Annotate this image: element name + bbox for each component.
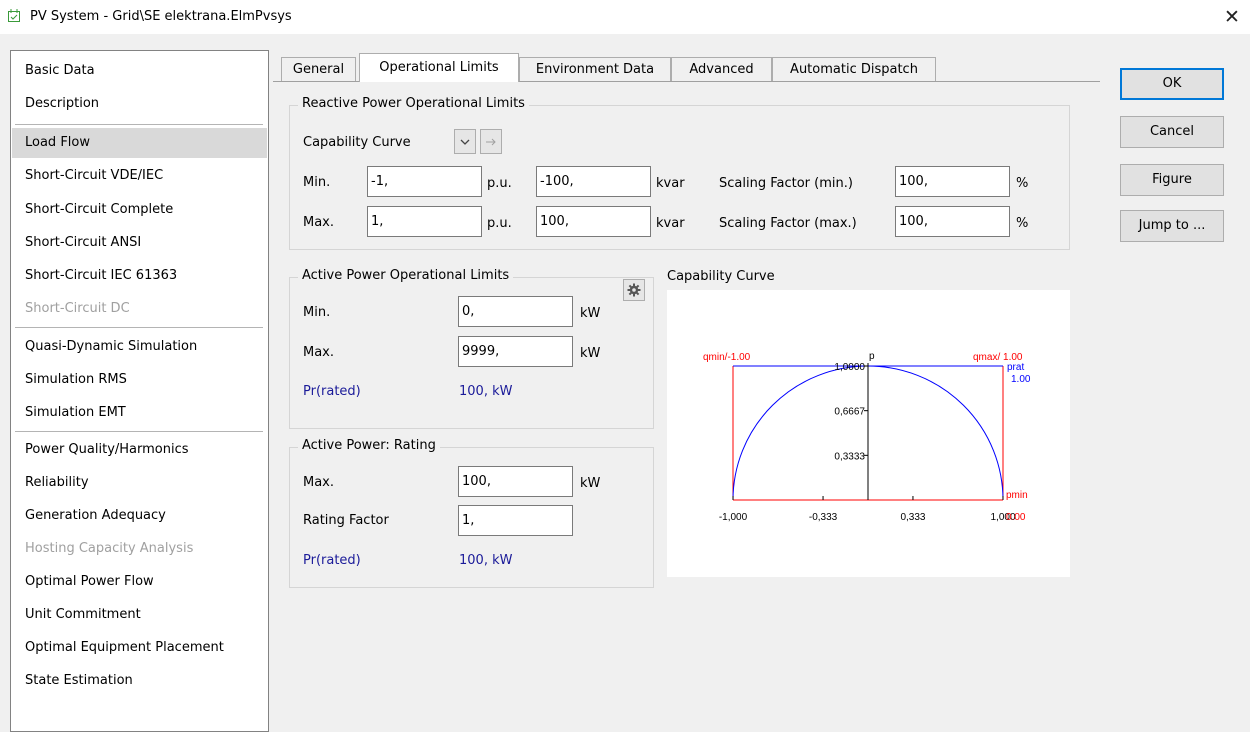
scaling-factor-max-field[interactable]: 100, [895,206,1010,237]
pv-system-icon [8,9,20,22]
active-max-field[interactable]: 9999, [458,336,573,367]
pmin-value-annotation: 0.00 [1006,512,1026,523]
rating-factor-field[interactable]: 1, [458,505,573,536]
reactive-max-kvar-field[interactable]: 100, [536,206,651,237]
active-power-limits-title: Active Power Operational Limits [298,268,514,283]
reactive-power-limits-title: Reactive Power Operational Limits [298,96,529,111]
x-tick-label: -1,000 [719,512,748,523]
x-tick-label: -0,333 [809,512,838,523]
tab-general[interactable]: General [281,57,356,81]
tab-environment-data[interactable]: Environment Data [519,57,671,81]
sidebar-item-basic-data[interactable]: Basic Data [12,56,267,86]
sidebar-item-description[interactable]: Description [12,89,267,119]
sidebar-item-short-circuit-dc: Short-Circuit DC [25,301,130,316]
capability-curve-chart: p -1,000 -0,333 0,333 1,000 0,3333 0,6667 1,000… [667,290,1070,577]
scaling-factor-min-label: Scaling Factor (min.) [719,176,853,191]
reactive-min-pu-field[interactable]: -1, [367,166,482,197]
prat-annotation: prat [1007,362,1024,373]
kvar-unit-label: kvar [656,216,685,231]
scaling-factor-max-label: Scaling Factor (max.) [719,216,857,231]
rating-prated-value: 100, kW [459,553,513,568]
capability-curve-label: Capability Curve [303,135,411,150]
y-tick-label: 0,6667 [834,407,865,418]
kw-unit-label: kW [580,346,601,361]
sidebar-item-generation-adequacy[interactable]: Generation Adequacy [12,501,267,531]
prat-value-annotation: 1.00 [1011,374,1031,385]
sidebar-item-power-quality-harmonics[interactable]: Power Quality/Harmonics [12,435,267,465]
pu-unit-label: p.u. [487,176,512,191]
sidebar-item-reliability[interactable]: Reliability [12,468,267,498]
capability-curve-title: Capability Curve [667,269,775,284]
sidebar-item-short-circuit-vde-iec[interactable]: Short-Circuit VDE/IEC [12,161,267,191]
nav-divider [15,431,263,432]
kw-unit-label: kW [580,476,601,491]
y-axis-label: p [869,351,875,362]
reactive-max-pu-field[interactable]: 1, [367,206,482,237]
arrow-right-icon[interactable] [480,129,502,154]
sidebar-item-optimal-power-flow[interactable]: Optimal Power Flow [12,567,267,597]
sidebar-item-hosting-capacity-analysis: Hosting Capacity Analysis [25,541,194,556]
sidebar-item-simulation-rms[interactable]: Simulation RMS [12,365,267,395]
sidebar-item-short-circuit-iec-61363[interactable]: Short-Circuit IEC 61363 [12,261,267,291]
scaling-factor-min-field[interactable]: 100, [895,166,1010,197]
active-power-rating-title: Active Power: Rating [298,438,440,453]
y-tick-label: 0,3333 [834,451,865,462]
ok-button[interactable]: OK [1120,68,1224,100]
nav-divider [15,327,263,328]
chevron-down-icon[interactable] [454,129,476,154]
sidebar-item-state-estimation[interactable]: State Estimation [12,666,267,696]
prated-value: 100, kW [459,384,513,399]
active-min-field[interactable]: 0, [458,296,573,327]
x-tick-label: 0,333 [900,512,925,523]
sidebar-item-short-circuit-complete[interactable]: Short-Circuit Complete [12,195,267,225]
rating-factor-label: Rating Factor [303,513,389,528]
title-bar: PV System - Grid\SE elektrana.ElmPvsys ✕ [0,0,1250,34]
tab-automatic-dispatch[interactable]: Automatic Dispatch [772,57,936,81]
kw-unit-label: kW [580,306,601,321]
kvar-unit-label: kvar [656,176,685,191]
y-tick-label: 1,0000 [834,362,865,373]
figure-button[interactable]: Figure [1120,164,1224,196]
close-icon[interactable]: ✕ [1220,6,1244,28]
jump-to-button[interactable]: Jump to ... [1120,210,1224,242]
sidebar-item-unit-commitment[interactable]: Unit Commitment [12,600,267,630]
cancel-button[interactable]: Cancel [1120,116,1224,148]
active-min-label: Min. [303,305,331,320]
gear-icon[interactable] [623,279,645,301]
sidebar-nav: Basic Data Description Load Flow Short-C… [10,50,269,732]
nav-divider [15,124,263,125]
reactive-max-label: Max. [303,215,335,230]
percent-unit-label: % [1016,176,1029,191]
tab-operational-limits[interactable]: Operational Limits [359,53,519,82]
rating-max-field[interactable]: 100, [458,466,573,497]
pu-unit-label: p.u. [487,216,512,231]
window-title: PV System - Grid\SE elektrana.ElmPvsys [30,9,292,24]
tab-advanced[interactable]: Advanced [671,57,772,81]
qmin-annotation: qmin/-1.00 [703,352,751,363]
capability-curve-svg: p-1,000 -0,333 0,333 1,0000,33330,66671,000… [703,351,1031,523]
reactive-min-kvar-field[interactable]: -100, [536,166,651,197]
rating-max-label: Max. [303,475,335,490]
active-max-label: Max. [303,345,335,360]
prated-label: Pr(rated) [303,384,361,399]
reactive-min-label: Min. [303,175,331,190]
sidebar-item-load-flow[interactable]: Load Flow [12,128,267,158]
sidebar-item-optimal-equipment-placement[interactable]: Optimal Equipment Placement [12,633,267,663]
sidebar-item-short-circuit-ansi[interactable]: Short-Circuit ANSI [12,228,267,258]
rating-prated-label: Pr(rated) [303,553,361,568]
percent-unit-label: % [1016,216,1029,231]
sidebar-item-simulation-emt[interactable]: Simulation EMT [12,398,267,428]
sidebar-item-quasi-dynamic-simulation[interactable]: Quasi-Dynamic Simulation [12,332,267,362]
pmin-annotation: pmin [1006,490,1028,501]
